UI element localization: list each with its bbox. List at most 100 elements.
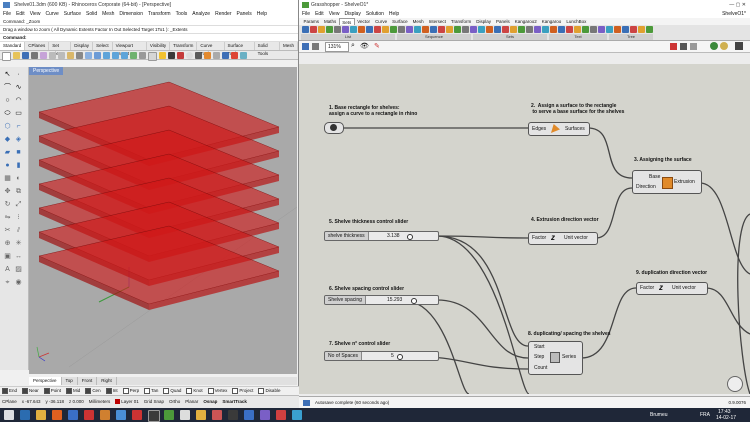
- four-view-icon[interactable]: [139, 52, 146, 59]
- osnap-checkbox[interactable]: [66, 387, 73, 394]
- rhino-menu-view[interactable]: View: [30, 10, 41, 18]
- group-icon[interactable]: ▣: [3, 252, 12, 261]
- gh-component-icon[interactable]: [326, 26, 333, 33]
- gh-component-icon[interactable]: [614, 26, 621, 33]
- osnap-vertex[interactable]: Vertex: [207, 387, 227, 395]
- series-component[interactable]: Start Step Count Series: [528, 341, 583, 375]
- undo-icon[interactable]: [76, 52, 83, 59]
- text-icon[interactable]: A: [3, 265, 12, 274]
- gh-component-icon[interactable]: [462, 26, 469, 33]
- sphere-solid-icon[interactable]: ●: [3, 161, 12, 170]
- tab-set-view[interactable]: Set View: [49, 42, 72, 56]
- boundary-input-edges[interactable]: Edges: [532, 126, 546, 132]
- status-ortho[interactable]: Ortho: [169, 396, 180, 408]
- viewtab-right[interactable]: Right: [97, 377, 117, 385]
- gh-component-icon[interactable]: [342, 26, 349, 33]
- open-file-icon[interactable]: [302, 43, 309, 50]
- spacing-slider[interactable]: Shelve spacing 15.293: [324, 295, 439, 305]
- tab-visibility[interactable]: Visibility: [147, 42, 171, 50]
- gh-component-icon[interactable]: [566, 26, 573, 33]
- gh-component-icon[interactable]: [366, 26, 373, 33]
- gh-component-icon[interactable]: [422, 26, 429, 33]
- curve-param[interactable]: [324, 122, 344, 134]
- osnap-checkbox[interactable]: [232, 387, 239, 394]
- gh-menu-solution[interactable]: Solution: [366, 10, 384, 18]
- gh-component-icon[interactable]: [358, 26, 365, 33]
- taskbar-app-icon-5[interactable]: [212, 410, 222, 420]
- gh-component-icon[interactable]: [550, 26, 557, 33]
- osnap-disable[interactable]: Disable: [258, 387, 280, 395]
- new-icon[interactable]: [2, 52, 11, 61]
- gh-component-icon[interactable]: [502, 26, 509, 33]
- taskbar-rhino-icon[interactable]: [148, 410, 160, 422]
- extrude-icon[interactable]: ▰: [3, 148, 12, 157]
- gh-component-icon[interactable]: [470, 26, 477, 33]
- thickness-slider-grip[interactable]: [407, 233, 413, 241]
- hatch-icon[interactable]: ▨: [14, 265, 23, 274]
- gh-component-icon[interactable]: [382, 26, 389, 33]
- taskbar-app-icon-10[interactable]: [292, 410, 302, 420]
- light-icon[interactable]: [159, 52, 166, 59]
- taskbar-app-icon-4[interactable]: [100, 410, 110, 420]
- boolean-icon[interactable]: ◐: [14, 174, 23, 183]
- rhino-menu-mesh[interactable]: Mesh: [102, 10, 114, 18]
- ellipse-icon[interactable]: ⬭: [3, 109, 12, 118]
- gh-component-icon[interactable]: [374, 26, 381, 33]
- extrude-component[interactable]: Base Direction Extrusion: [632, 170, 702, 194]
- extrude-output-extrusion[interactable]: Extrusion: [674, 179, 695, 185]
- cplane-icon[interactable]: [148, 52, 157, 61]
- gh-menu-view[interactable]: View: [329, 10, 340, 18]
- gh-component-icon[interactable]: [598, 26, 605, 33]
- taskbar-weather[interactable]: Brumeu: [650, 412, 668, 418]
- analyze-icon[interactable]: ⌖: [3, 278, 12, 287]
- taskbar-explorer-icon[interactable]: [36, 410, 46, 420]
- gh-menu-file[interactable]: File: [302, 10, 310, 18]
- open-icon[interactable]: [13, 52, 20, 59]
- gh-component-icon[interactable]: [622, 26, 629, 33]
- command-prompt[interactable]: Command:: [0, 34, 298, 42]
- gh-tab-params[interactable]: Params: [301, 18, 322, 25]
- sphere-icon[interactable]: [186, 52, 193, 59]
- gh-tab-display[interactable]: Display: [474, 18, 494, 25]
- osnap-checkbox[interactable]: [22, 387, 29, 394]
- gh-component-icon[interactable]: [590, 26, 597, 33]
- spacing-slider-grip[interactable]: [411, 297, 417, 305]
- dimension-icon[interactable]: ↔: [14, 252, 23, 261]
- gh-component-icon[interactable]: [606, 26, 613, 33]
- sketch-pen-icon[interactable]: ✎: [374, 42, 380, 50]
- taskbar-calculator-icon[interactable]: [180, 410, 190, 420]
- osnap-point[interactable]: Point: [43, 387, 61, 395]
- count-slider[interactable]: No of Spaces 5: [324, 351, 439, 361]
- taskbar-date[interactable]: 14-02-17: [716, 415, 736, 421]
- rhino-menu-file[interactable]: File: [3, 10, 11, 18]
- ribbon-group-tree[interactable]: Tree: [609, 34, 653, 40]
- gh-doc-name[interactable]: ShelveO1*: [722, 10, 746, 18]
- arc-icon[interactable]: ◠: [14, 96, 23, 105]
- taskbar-folder-icon[interactable]: [196, 410, 206, 420]
- zoom-window-icon[interactable]: [112, 52, 119, 59]
- unitz2-output-vector[interactable]: Unit vector: [672, 285, 696, 291]
- rotate-icon[interactable]: ↻: [3, 200, 12, 209]
- gh-tab-intersect[interactable]: Intersect: [426, 18, 448, 25]
- trim-icon[interactable]: ✂: [3, 226, 12, 235]
- mesh-icon[interactable]: ▦: [3, 174, 12, 183]
- tab-solid-tools[interactable]: Solid Tools: [255, 42, 280, 56]
- gh-component-icon[interactable]: [398, 26, 405, 33]
- osnap-mid[interactable]: Mid: [66, 387, 80, 395]
- ribbon-group-sequence[interactable]: Sequence: [397, 34, 471, 40]
- gh-component-icon[interactable]: [438, 26, 445, 33]
- unit-z-component-1[interactable]: Factor z Unit vector: [528, 232, 598, 245]
- cut-icon[interactable]: [49, 52, 56, 59]
- print-icon[interactable]: [31, 52, 38, 59]
- gh-component-icon[interactable]: [430, 26, 437, 33]
- gh-component-icon[interactable]: [406, 26, 413, 33]
- gh-component-icon[interactable]: [334, 26, 341, 33]
- thickness-slider[interactable]: shelve thickness 3.138: [324, 231, 439, 241]
- rhino-menu-help[interactable]: Help: [257, 10, 267, 18]
- gh-component-icon[interactable]: [310, 26, 317, 33]
- status-layer[interactable]: Layer 01: [115, 396, 139, 408]
- gh-component-icon[interactable]: [534, 26, 541, 33]
- series-input-start[interactable]: Start: [534, 344, 545, 350]
- polygon-icon[interactable]: ⬡: [3, 122, 12, 131]
- osnap-checkbox[interactable]: [2, 387, 8, 394]
